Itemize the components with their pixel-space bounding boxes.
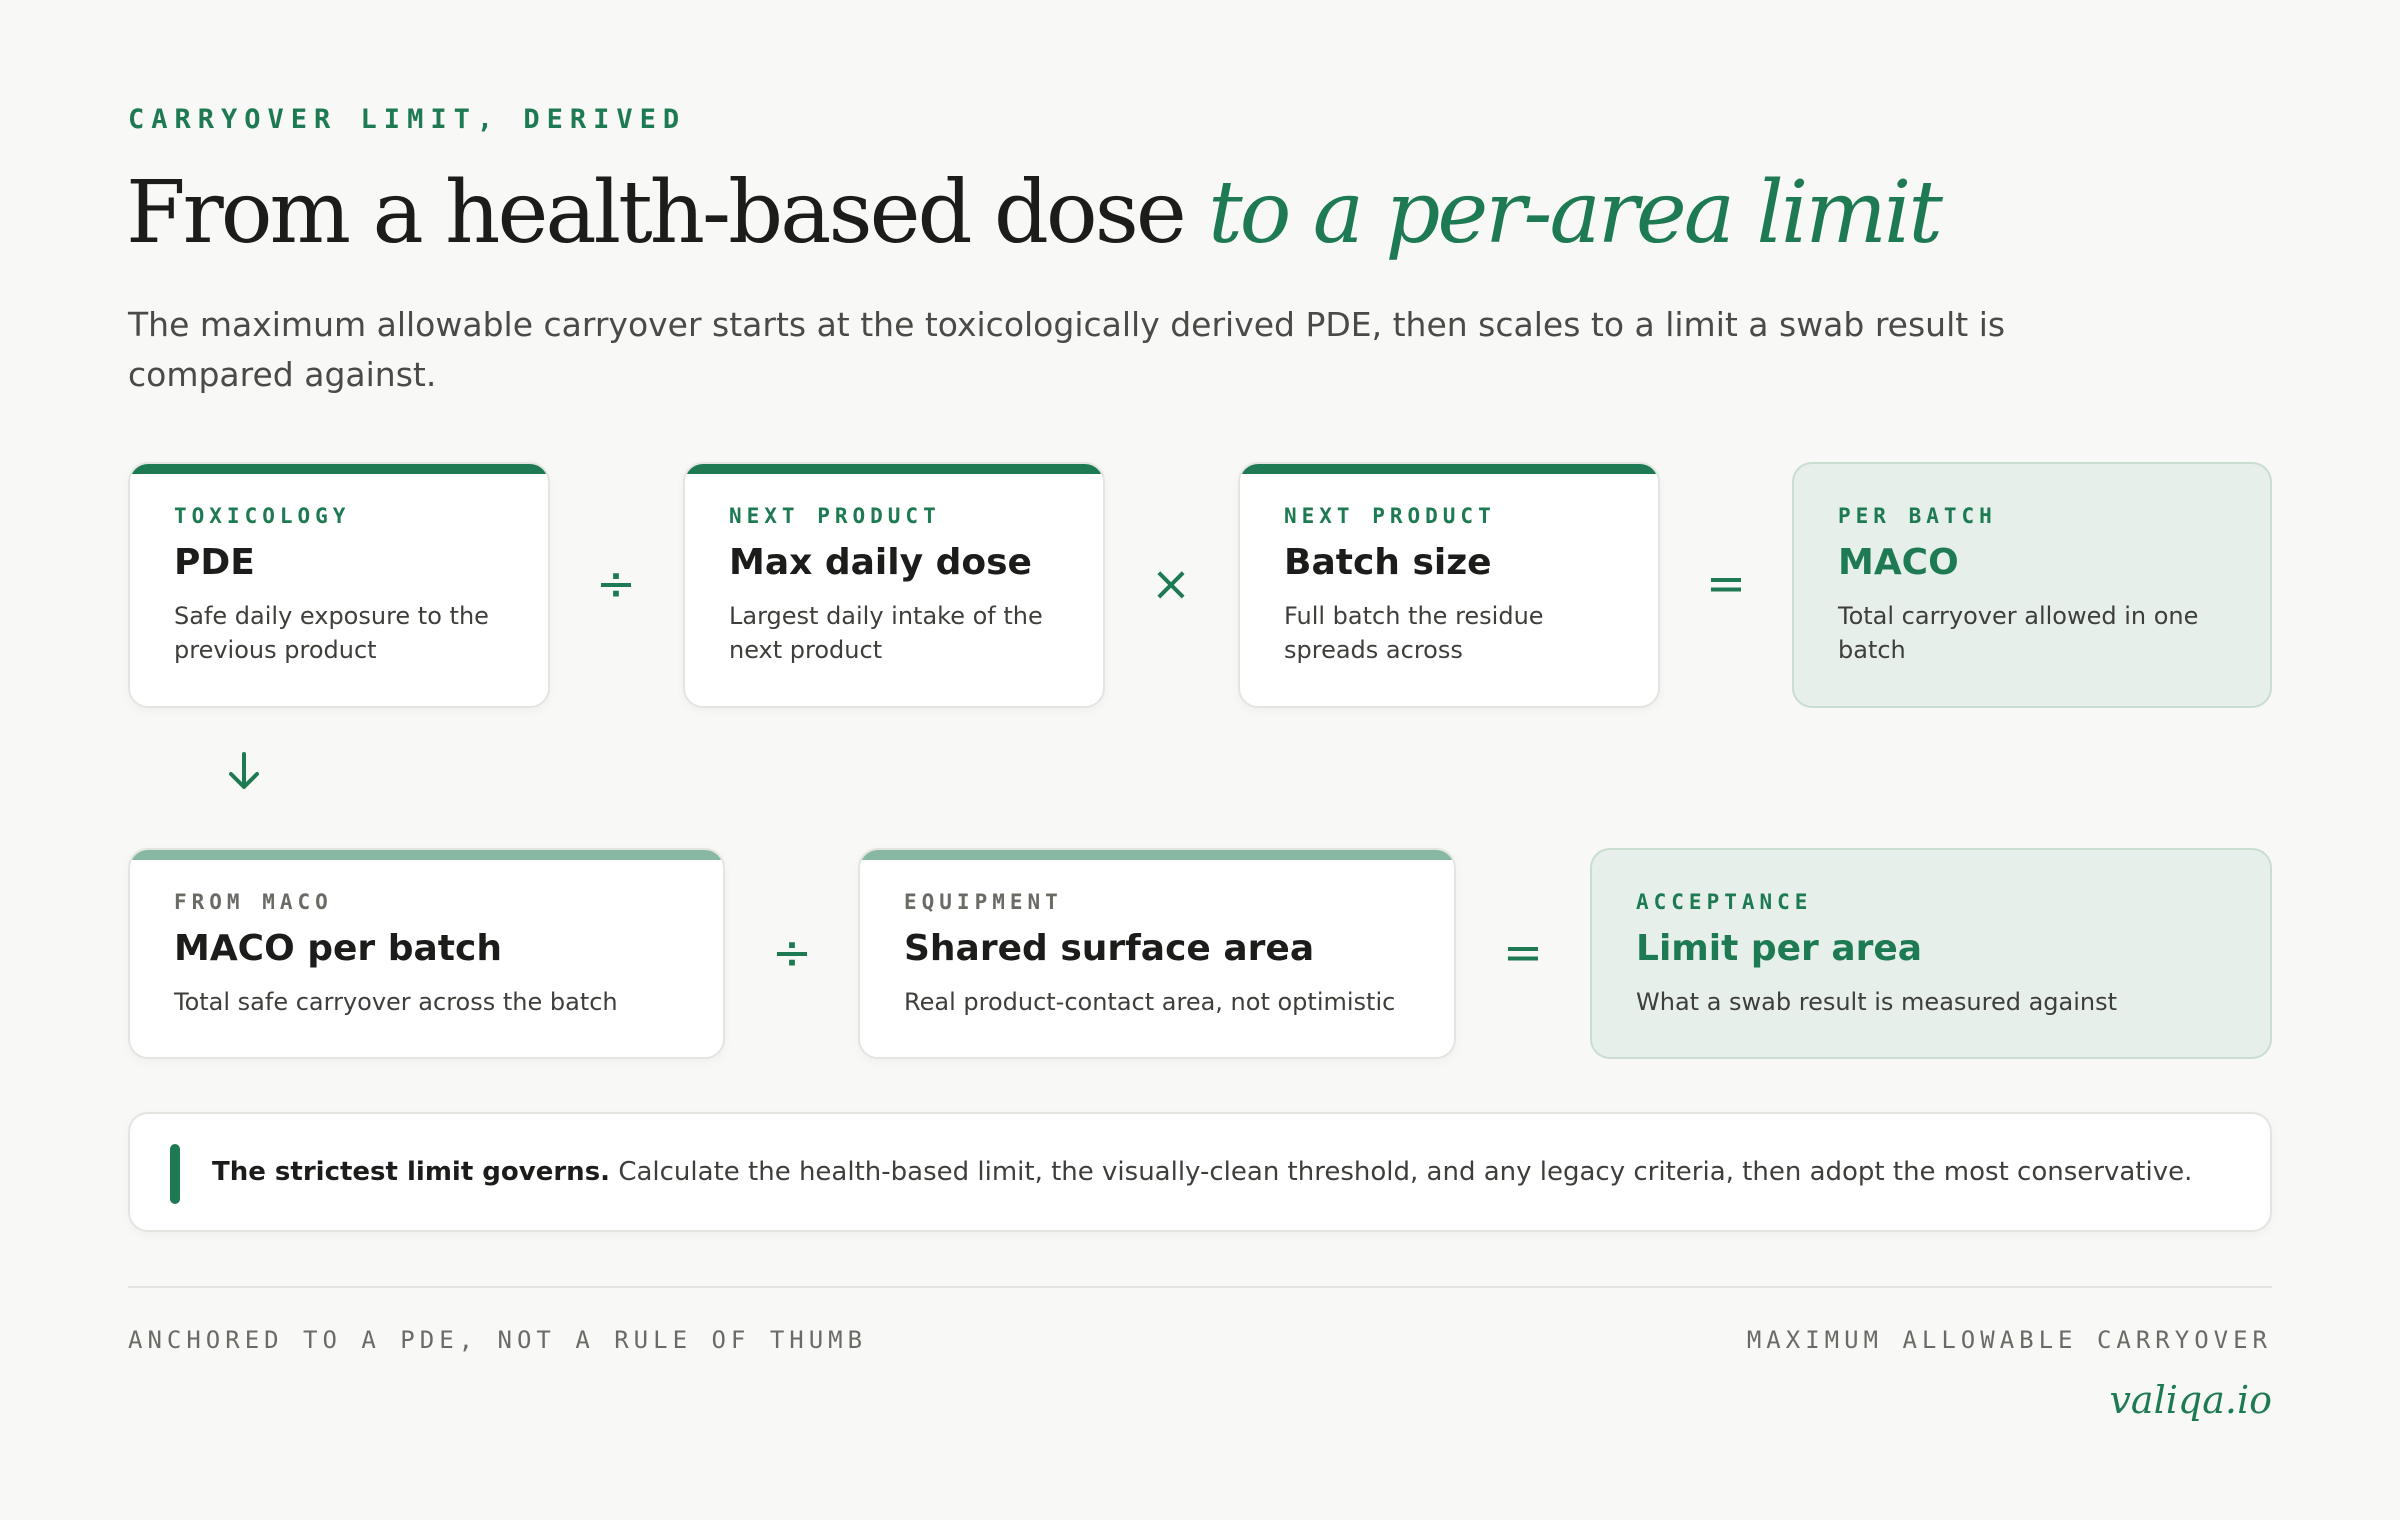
card-shared-surface-area: EQUIPMENT Shared surface area Real produ… bbox=[858, 848, 1456, 1059]
brand-logo: valiqa.io bbox=[2109, 1378, 2272, 1422]
card-description: Full batch the residue spreads across bbox=[1284, 602, 1544, 664]
card-kicker: TOXICOLOGY bbox=[174, 504, 351, 528]
note-accent-bar bbox=[170, 1144, 180, 1204]
card-accent-bar bbox=[685, 464, 1103, 474]
card-maco-per-batch: FROM MACO MACO per batch Total safe carr… bbox=[128, 848, 725, 1059]
card-kicker: NEXT PRODUCT bbox=[1284, 504, 1496, 528]
card-description: Real product-contact area, not optimisti… bbox=[904, 988, 1396, 1016]
note-text: The strictest limit governs. Calculate t… bbox=[212, 1152, 2252, 1192]
card-batch-size: NEXT PRODUCT Batch size Full batch the r… bbox=[1238, 462, 1660, 708]
card-kicker: ACCEPTANCE bbox=[1636, 890, 1813, 914]
divide-operator: ÷ bbox=[595, 556, 637, 612]
eyebrow: CARRYOVER LIMIT, DERIVED bbox=[128, 104, 687, 135]
card-heading: Shared surface area bbox=[904, 928, 1315, 969]
card-heading: PDE bbox=[174, 542, 255, 583]
note-body: Calculate the health-based limit, the vi… bbox=[610, 1157, 2193, 1187]
card-max-daily-dose: NEXT PRODUCT Max daily dose Largest dail… bbox=[683, 462, 1105, 708]
title-main: From a health-based dose bbox=[126, 163, 1209, 263]
card-accent-bar bbox=[130, 850, 723, 860]
equals-operator: = bbox=[1502, 925, 1544, 981]
card-description: Safe daily exposure to the previous prod… bbox=[174, 602, 489, 664]
page-title: From a health-based dose to a per-area l… bbox=[126, 158, 1943, 268]
card-accent-bar bbox=[860, 850, 1454, 860]
footer-divider bbox=[128, 1286, 2272, 1288]
card-heading: Limit per area bbox=[1636, 928, 1923, 969]
card-heading: MACO per batch bbox=[174, 928, 502, 969]
card-kicker: PER BATCH bbox=[1838, 504, 1997, 528]
card-description: Total safe carryover across the batch bbox=[174, 988, 618, 1016]
card-limit-per-area: ACCEPTANCE Limit per area What a swab re… bbox=[1590, 848, 2272, 1059]
multiply-operator: × bbox=[1150, 556, 1192, 612]
card-heading: Batch size bbox=[1284, 542, 1492, 583]
card-accent-bar bbox=[1240, 464, 1658, 474]
subtitle: The maximum allowable carryover starts a… bbox=[128, 305, 2006, 394]
divide-operator: ÷ bbox=[771, 925, 813, 981]
note-bold: The strictest limit governs. bbox=[212, 1157, 611, 1187]
card-accent-bar bbox=[130, 464, 548, 474]
card-kicker: NEXT PRODUCT bbox=[729, 504, 941, 528]
governing-note: The strictest limit governs. Calculate t… bbox=[128, 1112, 2272, 1232]
title-accent: to a per-area limit bbox=[1208, 163, 1943, 263]
card-pde: TOXICOLOGY PDE Safe daily exposure to th… bbox=[128, 462, 550, 708]
card-kicker: FROM MACO bbox=[174, 890, 333, 914]
card-description: Largest daily intake of the next product bbox=[729, 602, 1043, 664]
footer-left: ANCHORED TO A PDE, NOT A RULE OF THUMB bbox=[128, 1326, 868, 1354]
card-description: What a swab result is measured against bbox=[1636, 988, 2118, 1016]
card-heading: MACO bbox=[1838, 542, 1959, 583]
card-heading: Max daily dose bbox=[729, 542, 1032, 583]
card-maco-result: PER BATCH MACO Total carryover allowed i… bbox=[1792, 462, 2272, 708]
footer-right: MAXIMUM ALLOWABLE CARRYOVER bbox=[1746, 1326, 2272, 1354]
card-description: Total carryover allowed in one batch bbox=[1838, 602, 2199, 664]
equals-operator: = bbox=[1705, 556, 1747, 612]
arrow-down-icon bbox=[229, 752, 259, 789]
card-kicker: EQUIPMENT bbox=[904, 890, 1063, 914]
